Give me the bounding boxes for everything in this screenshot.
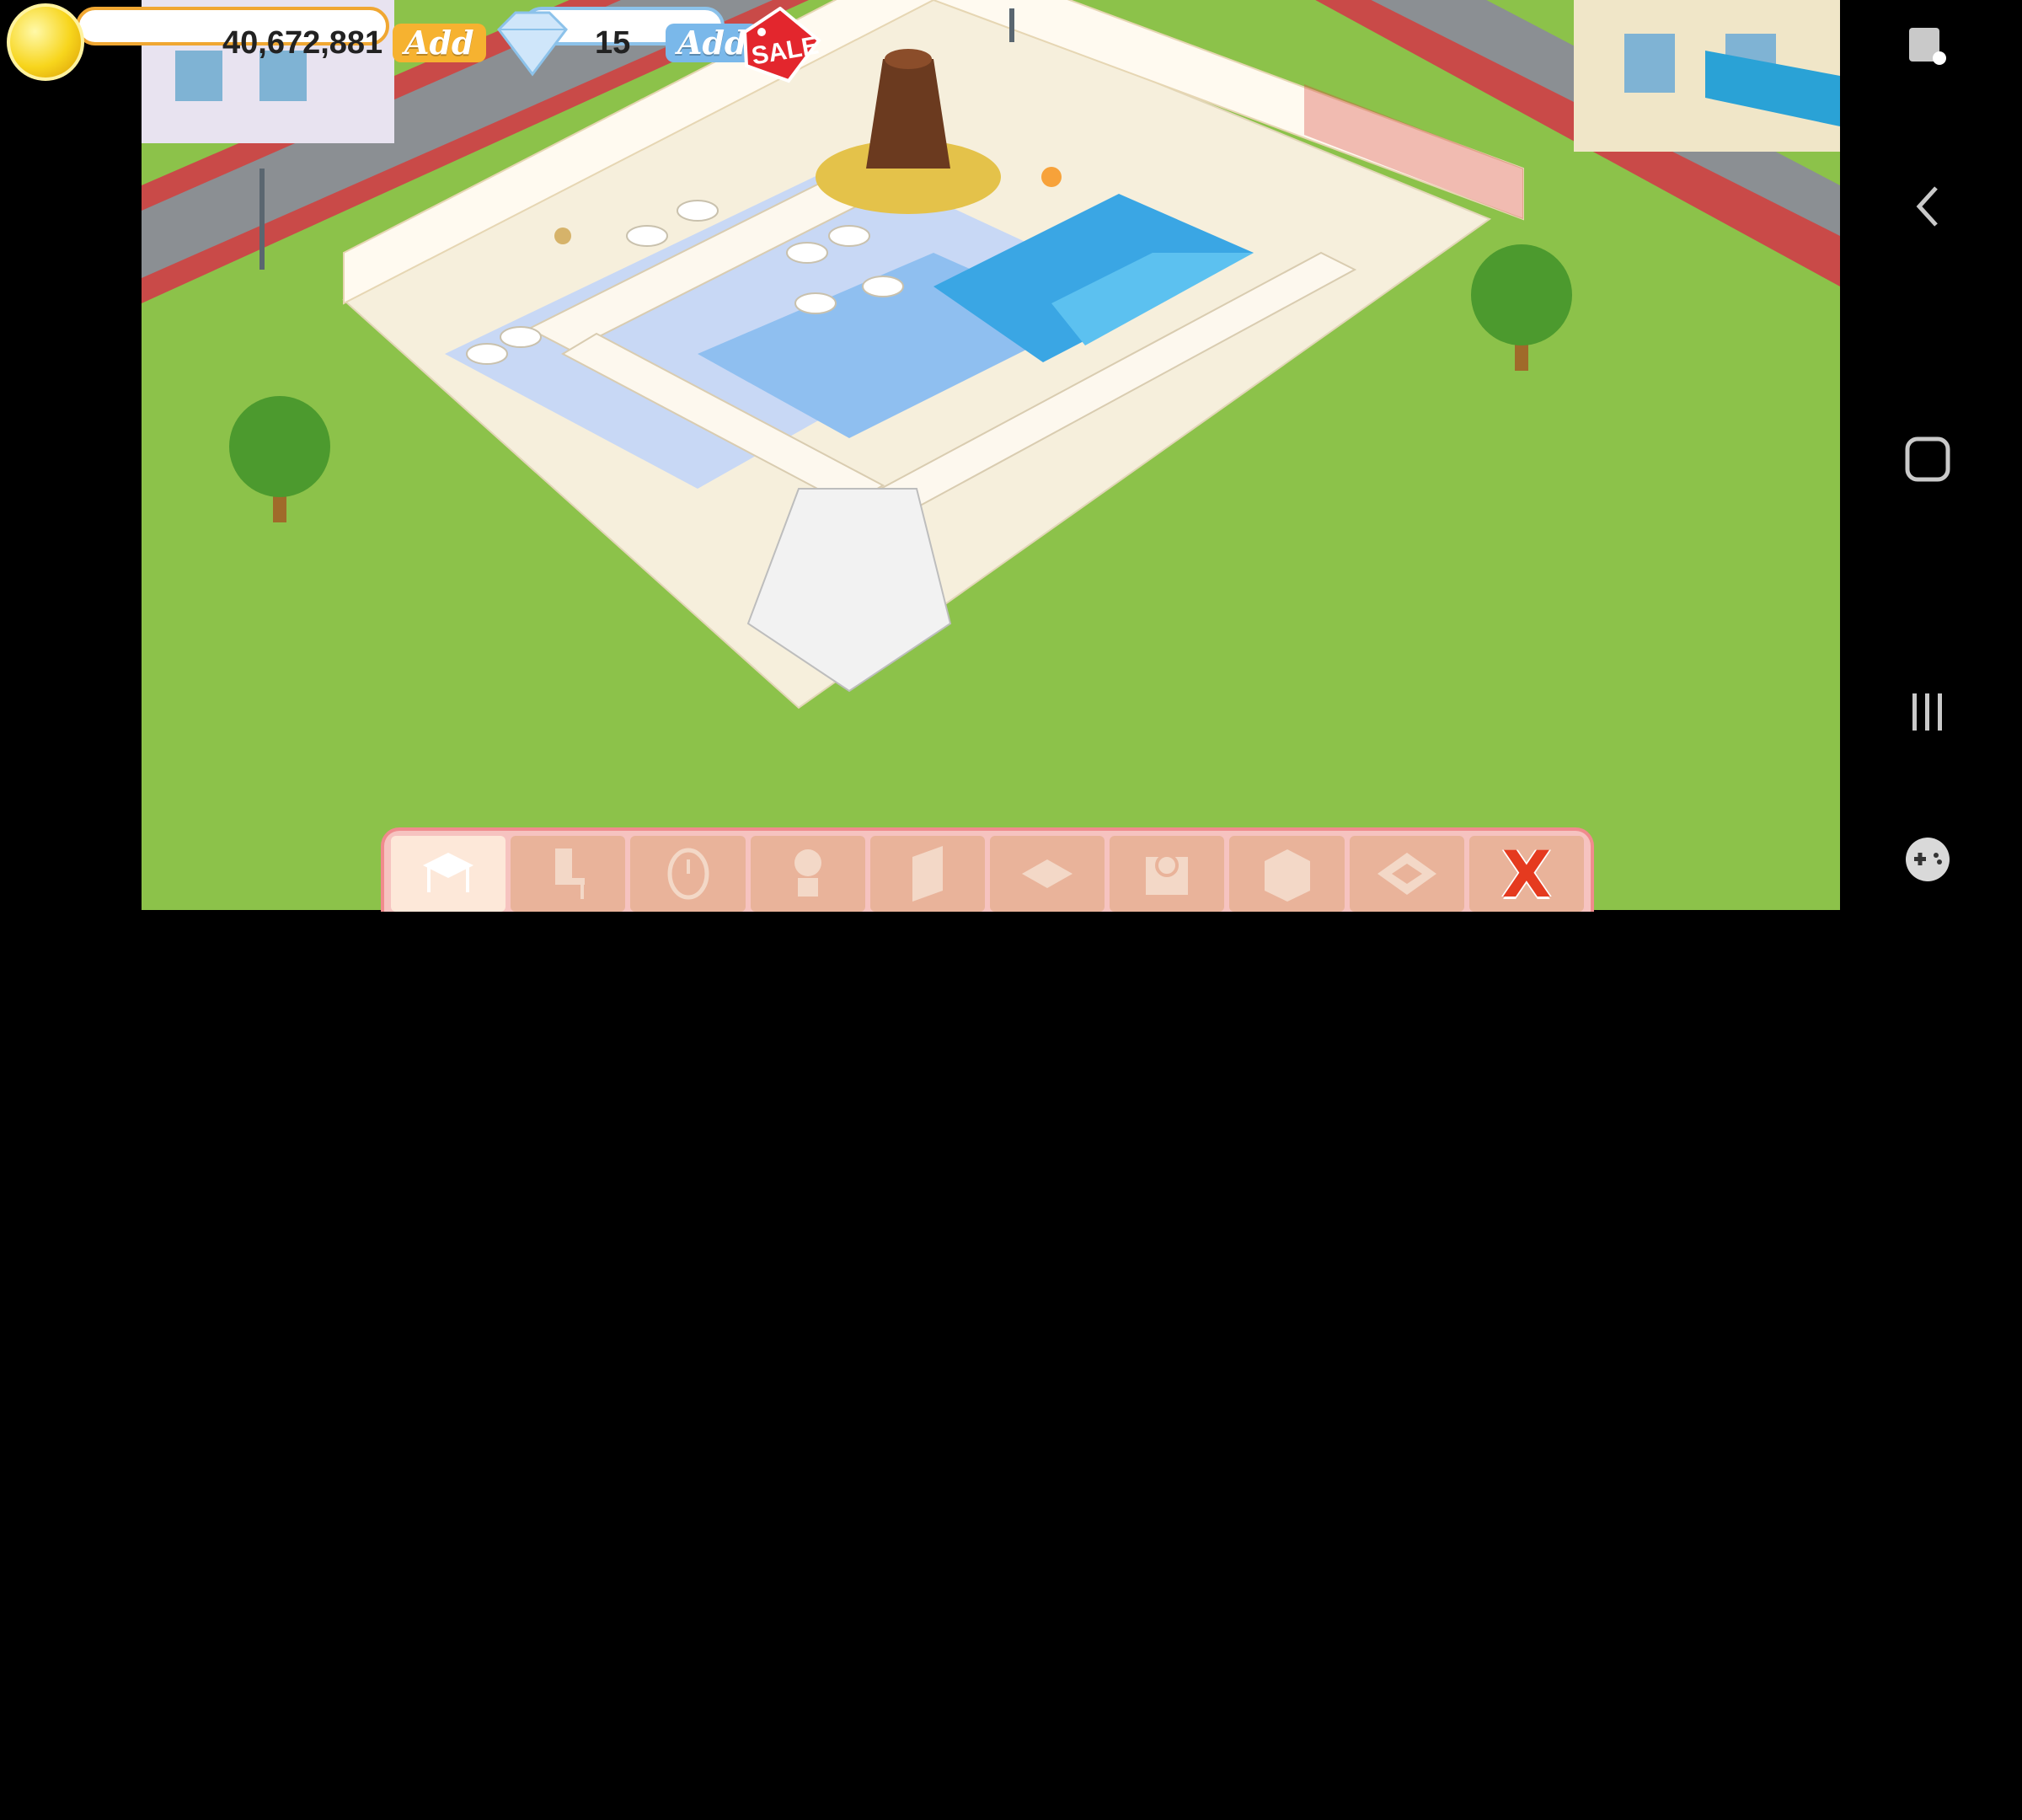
chair-icon (555, 848, 586, 899)
floor-icon (1022, 859, 1073, 888)
game-tools-icon (1906, 838, 1950, 881)
clock-tool[interactable] (630, 836, 746, 912)
counter-icon (1264, 849, 1310, 902)
lamp-post (259, 169, 265, 270)
game-tools-button[interactable] (1833, 830, 2022, 889)
floor-tool[interactable] (990, 836, 1105, 912)
back-button[interactable] (1833, 177, 2022, 236)
customer-character (554, 228, 571, 244)
screenshot-button[interactable] (1833, 17, 2022, 76)
gold-coin-icon (7, 3, 84, 81)
expand-tool[interactable] (1349, 836, 1464, 912)
screenshot-icon (1909, 28, 1946, 65)
close-button[interactable]: X (1468, 836, 1585, 912)
coin-amount: 40,672,881 (222, 25, 383, 61)
wall-tool[interactable] (869, 836, 986, 912)
counter-tool[interactable] (1229, 836, 1345, 912)
stove-tool[interactable] (1110, 836, 1225, 912)
add-coins-button[interactable]: Add (393, 24, 486, 62)
close-icon: X (1501, 836, 1552, 912)
system-nav-bar (1833, 0, 2022, 910)
plant-tool[interactable] (750, 836, 865, 912)
chair-tool[interactable] (511, 836, 626, 912)
restaurant-scene[interactable] (142, 0, 1840, 910)
recents-button[interactable] (1833, 678, 2022, 746)
expand-icon (1377, 853, 1436, 895)
diamond-icon (497, 11, 568, 77)
table-icon (423, 853, 474, 892)
decor-toolbar: X (381, 827, 1594, 912)
waitress-character (1041, 167, 1062, 187)
back-icon (1916, 186, 1938, 227)
plant-icon (794, 849, 821, 897)
table-tool[interactable] (391, 836, 506, 912)
gem-amount: 15 (595, 25, 631, 61)
stove-icon (1146, 854, 1189, 895)
clock-icon (667, 848, 709, 900)
home-icon (1905, 436, 1950, 482)
home-button[interactable] (1833, 426, 2022, 493)
recents-icon (1912, 693, 1942, 731)
wall-icon (912, 846, 943, 902)
